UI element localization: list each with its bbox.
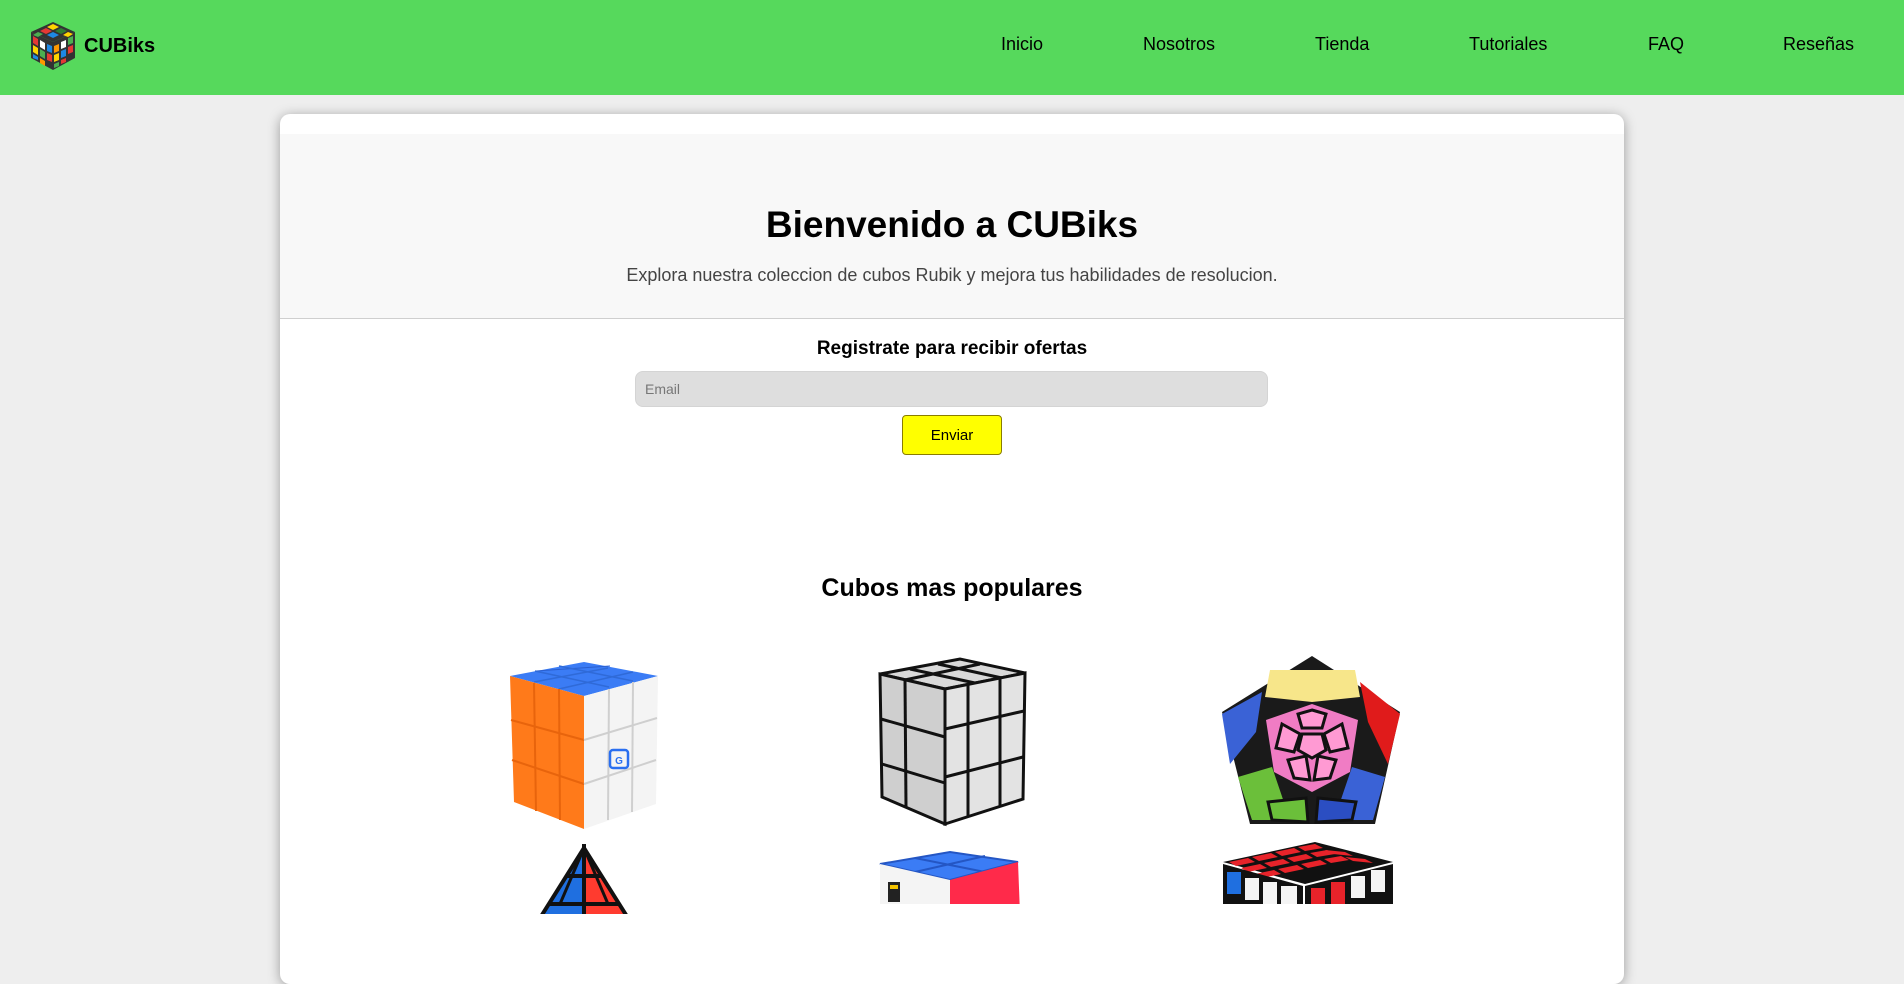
mirror-cube-image — [878, 657, 1027, 827]
product-mirror-cube[interactable] — [850, 649, 1050, 844]
svg-text:G: G — [615, 756, 623, 767]
nav-link-tienda[interactable]: Tienda — [1315, 34, 1369, 55]
megaminx-image — [1222, 656, 1400, 824]
product-pyraminx[interactable] — [520, 844, 650, 914]
main-card: Bienvenido a CUBiks Explora nuestra cole… — [280, 114, 1624, 984]
hero-subtitle: Explora nuestra coleccion de cubos Rubik… — [626, 265, 1278, 285]
4x4-cube-image — [1223, 842, 1393, 904]
rubiks-cube-logo-icon — [28, 20, 78, 72]
product-gan-3x3[interactable]: G — [486, 654, 682, 839]
square-one-cube-image — [879, 850, 1020, 904]
signup-title: Registrate para recibir ofertas — [816, 338, 1088, 359]
product-megaminx[interactable] — [1210, 652, 1415, 852]
send-button[interactable]: Enviar — [902, 415, 1002, 455]
product-4x4-cube[interactable] — [1215, 832, 1395, 904]
nav-link-faq[interactable]: FAQ — [1648, 34, 1684, 55]
pyraminx-image — [540, 844, 628, 914]
brand-name: CUBiks — [84, 34, 156, 57]
navbar: CUBiks Inicio Nosotros Tienda Tutoriales… — [0, 0, 1904, 95]
gan-3x3-cube-image: G — [510, 662, 658, 829]
nav-link-tutoriales[interactable]: Tutoriales — [1469, 34, 1547, 55]
nav-link-inicio[interactable]: Inicio — [1001, 34, 1043, 55]
hero-section: Bienvenido a CUBiks Explora nuestra cole… — [280, 134, 1624, 319]
hero-title: Bienvenido a CUBiks — [765, 204, 1139, 245]
product-square-one[interactable] — [870, 834, 1040, 904]
brand-logo-link[interactable]: CUBiks — [28, 20, 155, 72]
email-input[interactable] — [635, 371, 1268, 407]
popular-cubes-title: Cubos mas populares — [821, 574, 1083, 602]
nav-link-nosotros[interactable]: Nosotros — [1143, 34, 1215, 55]
nav-link-resenas[interactable]: Reseñas — [1783, 34, 1854, 55]
